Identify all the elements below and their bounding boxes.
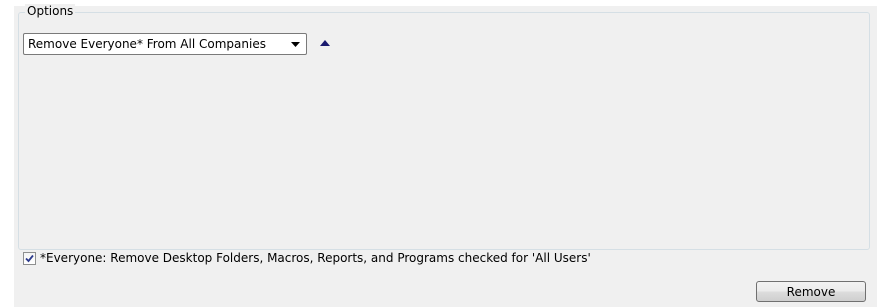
everyone-option-row[interactable]: *Everyone: Remove Desktop Folders, Macro… [23,250,591,266]
everyone-checkbox-label: *Everyone: Remove Desktop Folders, Macro… [40,251,591,265]
checkmark-icon [25,254,34,262]
triangle-up-icon[interactable] [318,37,332,49]
removal-mode-selected-value: Remove Everyone* From All Companies [28,37,266,51]
removal-mode-select[interactable]: Remove Everyone* From All Companies [23,33,307,55]
remove-button[interactable]: Remove [756,281,866,302]
everyone-checkbox[interactable] [23,251,36,265]
chevron-down-icon[interactable] [287,34,303,54]
options-legend: Options [25,4,76,18]
